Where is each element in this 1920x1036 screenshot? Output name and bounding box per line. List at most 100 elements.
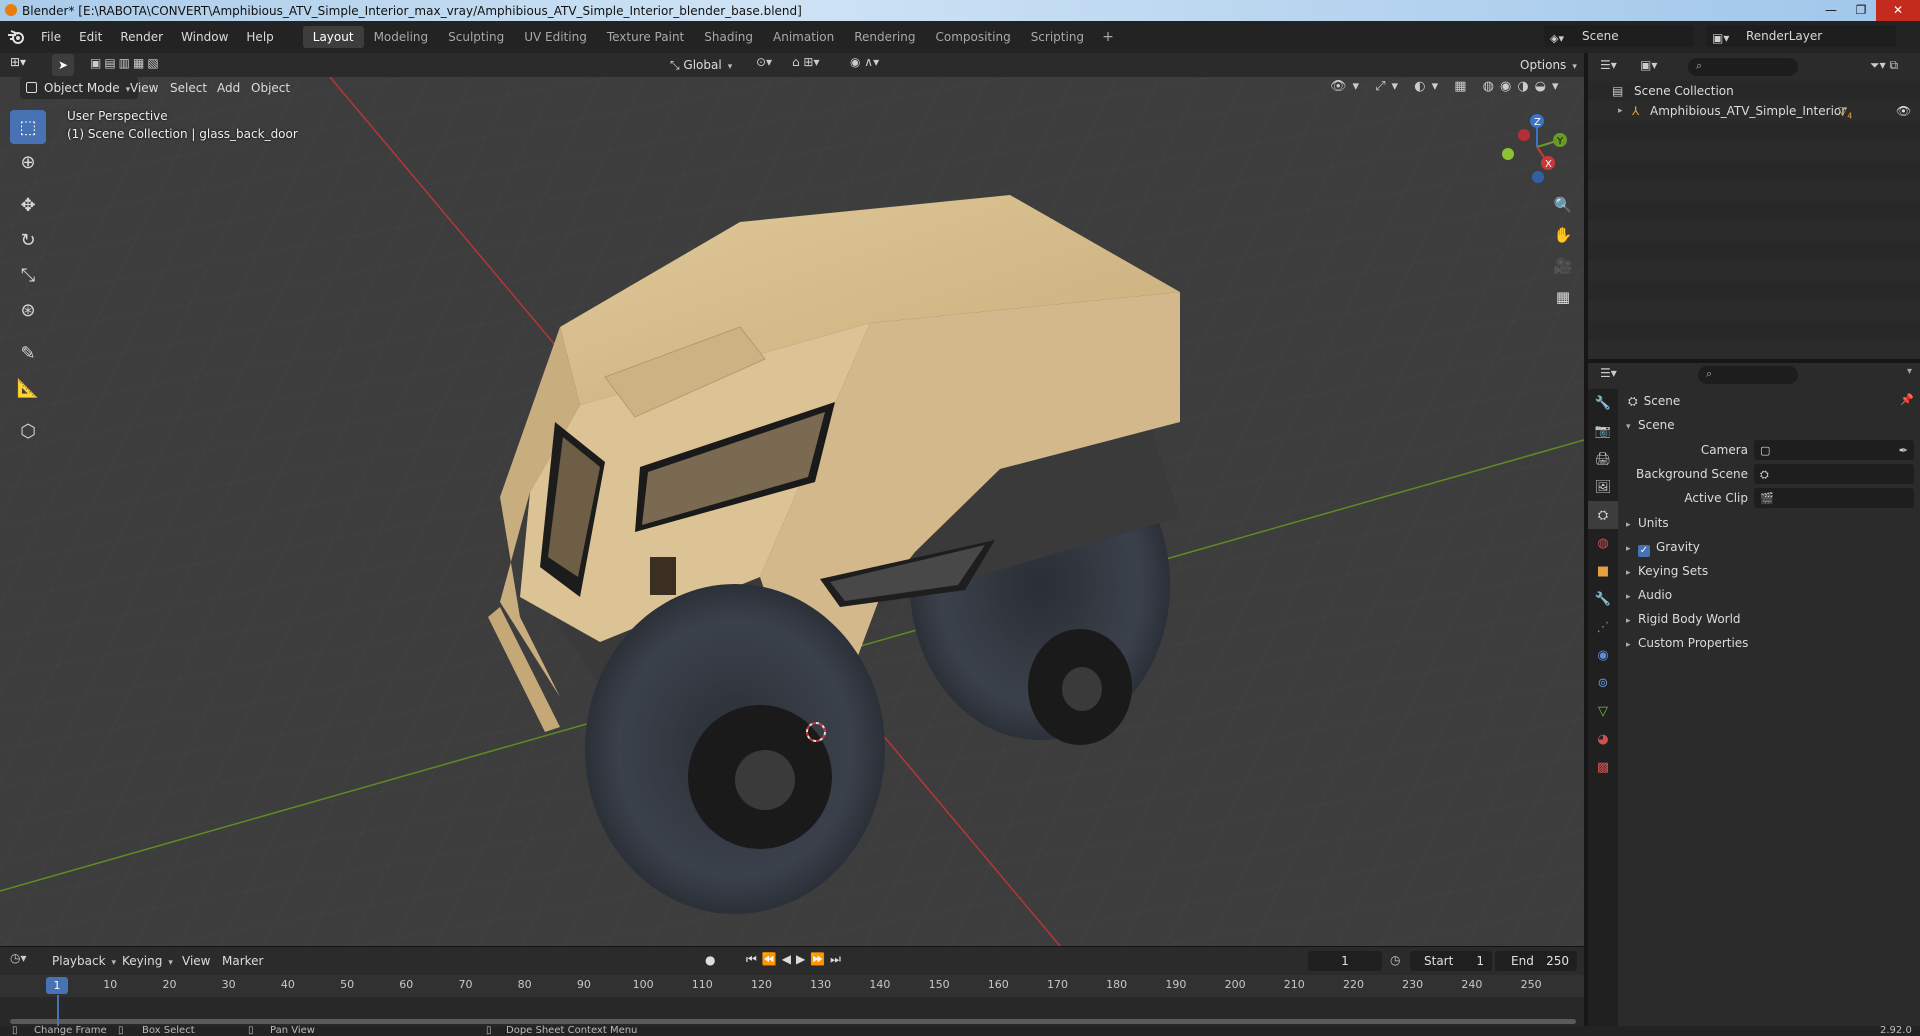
selection-mode-icons[interactable]: ▣▤▥▦▧ [90, 56, 184, 74]
gizmo-neg-y-icon[interactable] [1502, 148, 1514, 160]
gravity-checkbox[interactable]: ✓ [1638, 545, 1650, 557]
keying-sets-panel-header[interactable]: ▸ Keying Sets [1626, 561, 1708, 581]
output-tab-icon[interactable]: 🖨 [1588, 445, 1618, 473]
tab-layout[interactable]: Layout [302, 26, 364, 48]
physics-tab-icon[interactable]: ◉ [1588, 641, 1618, 669]
rotate-tool-icon[interactable]: ↻ [10, 223, 46, 257]
tab-modeling[interactable]: Modeling [364, 26, 439, 48]
record-icon[interactable]: ● [705, 953, 725, 969]
units-panel-header[interactable]: ▸ Units [1626, 513, 1669, 533]
zoom-icon[interactable]: 🔍 [1550, 192, 1576, 218]
timeline-editor-type-icon[interactable]: ◷▾ [10, 951, 40, 971]
gizmo-neg-z-icon[interactable] [1532, 171, 1544, 183]
timeline-menu-keying[interactable]: Keying ▾ [116, 950, 179, 972]
properties-options-icon[interactable]: ▾ [1907, 366, 1912, 377]
proportional-edit-icon[interactable]: ◉ ∧▾ [850, 55, 890, 75]
options-dropdown[interactable]: Options ▾ [1520, 54, 1578, 76]
transform-orientation-dropdown[interactable]: ⤡ Global ▾ [670, 54, 748, 76]
move-tool-icon[interactable]: ✥ [10, 188, 46, 222]
tab-shading[interactable]: Shading [694, 26, 763, 48]
cursor-tool-icon[interactable]: ⊕ [10, 145, 46, 179]
add-workspace-button[interactable]: + [1094, 29, 1122, 45]
eyedropper-icon[interactable]: ✒ [1899, 440, 1908, 462]
tab-compositing[interactable]: Compositing [925, 26, 1020, 48]
material-tab-icon[interactable]: ◕ [1588, 725, 1618, 753]
blender-menu-icon[interactable] [0, 21, 32, 53]
custom-properties-panel-header[interactable]: ▸ Custom Properties [1626, 633, 1748, 653]
transform-tool-icon[interactable]: ⊛ [10, 293, 46, 327]
scene-selector[interactable]: ◈▾ Scene [1544, 25, 1694, 47]
menu-file[interactable]: File [32, 21, 70, 53]
timeline-scrollbar[interactable] [10, 1019, 1576, 1024]
viewport-menu-add[interactable]: Add [211, 77, 246, 99]
properties-editor-type-icon[interactable]: ☰▾ [1600, 366, 1628, 384]
viewport-scene[interactable]: Z Y X [0, 77, 1584, 946]
outliner-root-row[interactable]: ▤ Scene Collection [1588, 81, 1920, 101]
outliner-item-row[interactable]: ▸ ⅄ Amphibious_ATV_Simple_Interior ▽4 👁 [1588, 101, 1920, 121]
scene-tab-icon[interactable]: ⛭ [1588, 501, 1618, 529]
menu-edit[interactable]: Edit [70, 21, 111, 53]
minimize-button[interactable]: — [1816, 0, 1846, 21]
object-mode-dropdown[interactable]: Object Mode ▾ [20, 77, 139, 99]
data-tab-icon[interactable]: ▽ [1588, 697, 1618, 725]
close-button[interactable]: ✕ [1876, 0, 1920, 21]
renderlayer-selector[interactable]: ▣▾ RenderLayer [1706, 25, 1896, 47]
end-frame-field[interactable]: End 250 [1495, 951, 1577, 971]
particles-tab-icon[interactable]: ⋰ [1588, 613, 1618, 641]
select-tool-icon[interactable]: ➤ [52, 54, 74, 76]
render-tab-icon[interactable]: 📷 [1588, 417, 1618, 445]
modifier-tab-icon[interactable]: 🔧 [1588, 585, 1618, 613]
tool-tab-icon[interactable]: 🔧 [1588, 389, 1618, 417]
timeline-menu-view[interactable]: View [176, 950, 216, 972]
visibility-eye-icon[interactable]: 👁 [1896, 101, 1911, 121]
add-cube-tool-icon[interactable]: ⬡ [10, 414, 46, 448]
menu-window[interactable]: Window [172, 21, 237, 53]
outliner-editor-type-icon[interactable]: ☰▾ [1600, 58, 1628, 76]
timeline-menu-playback[interactable]: Playback ▾ [46, 950, 122, 972]
tab-sculpting[interactable]: Sculpting [438, 26, 514, 48]
gravity-panel-header[interactable]: ▸ ✓ Gravity [1626, 537, 1700, 557]
gizmo-neg-x-icon[interactable] [1518, 129, 1530, 141]
viewport-menu-object[interactable]: Object [245, 77, 296, 99]
pan-hand-icon[interactable]: ✋ [1550, 222, 1576, 248]
properties-search-input[interactable]: ⌕ [1698, 366, 1798, 384]
3d-viewport[interactable]: Z Y X [0, 77, 1584, 946]
view-layer-tab-icon[interactable]: 🖼 [1588, 473, 1618, 501]
background-scene-field[interactable]: ⛭ [1754, 464, 1914, 484]
filter-icon[interactable]: ⏷▾ ⧉ [1870, 58, 1910, 76]
maximize-button[interactable]: ❐ [1846, 0, 1876, 21]
measure-tool-icon[interactable]: 📐 [10, 371, 46, 405]
display-mode-icon[interactable]: ▣▾ [1640, 58, 1668, 76]
timeline-body[interactable] [0, 997, 1584, 1027]
editor-type-icon[interactable]: ⊞▾ [10, 55, 40, 75]
start-frame-field[interactable]: Start 1 [1410, 951, 1492, 971]
camera-view-icon[interactable]: 🎥 [1550, 253, 1576, 279]
tab-animation[interactable]: Animation [763, 26, 844, 48]
timeline-ruler[interactable]: 1 10 20 30 40 50 60 70 80 90 100 110 120 130 140 150 160… [0, 975, 1584, 997]
outliner-search-input[interactable]: ⌕ [1688, 58, 1798, 76]
audio-panel-header[interactable]: ▸ Audio [1626, 585, 1672, 605]
viewport-menu-view[interactable]: View [124, 77, 164, 99]
constraints-tab-icon[interactable]: ⊚ [1588, 669, 1618, 697]
texture-tab-icon[interactable]: ▩ [1588, 753, 1618, 781]
active-clip-field[interactable]: 🎬 [1754, 488, 1914, 508]
scene-panel-header[interactable]: ▾ Scene [1626, 415, 1675, 435]
rigid-body-world-panel-header[interactable]: ▸ Rigid Body World [1626, 609, 1741, 629]
world-tab-icon[interactable]: ◍ [1588, 529, 1618, 557]
annotate-tool-icon[interactable]: ✎ [10, 336, 46, 370]
scale-tool-icon[interactable]: ⤡ [10, 258, 46, 292]
tab-scripting[interactable]: Scripting [1021, 26, 1094, 48]
playback-controls[interactable]: ⏮⏪◀▶⏩⏭ [746, 952, 866, 970]
viewport-shading-icons[interactable]: 👁▾ ⤢▾ ◐▾ ▦ ◍◉◑◒▾ [1330, 79, 1580, 97]
pivot-point-icon[interactable]: ⊙▾ [756, 55, 784, 75]
snap-icon[interactable]: ⌂ ⊞▾ [792, 55, 842, 75]
clock-icon[interactable]: ◷ [1390, 953, 1406, 969]
select-box-tool[interactable]: ⬚ [10, 110, 46, 144]
tab-texture-paint[interactable]: Texture Paint [597, 26, 694, 48]
current-frame-field[interactable]: 1 [1308, 951, 1382, 971]
menu-help[interactable]: Help [237, 21, 282, 53]
tab-rendering[interactable]: Rendering [844, 26, 925, 48]
tab-uv-editing[interactable]: UV Editing [514, 26, 597, 48]
current-frame-indicator[interactable]: 1 [46, 977, 68, 994]
perspective-toggle-icon[interactable]: ▦ [1550, 284, 1576, 310]
